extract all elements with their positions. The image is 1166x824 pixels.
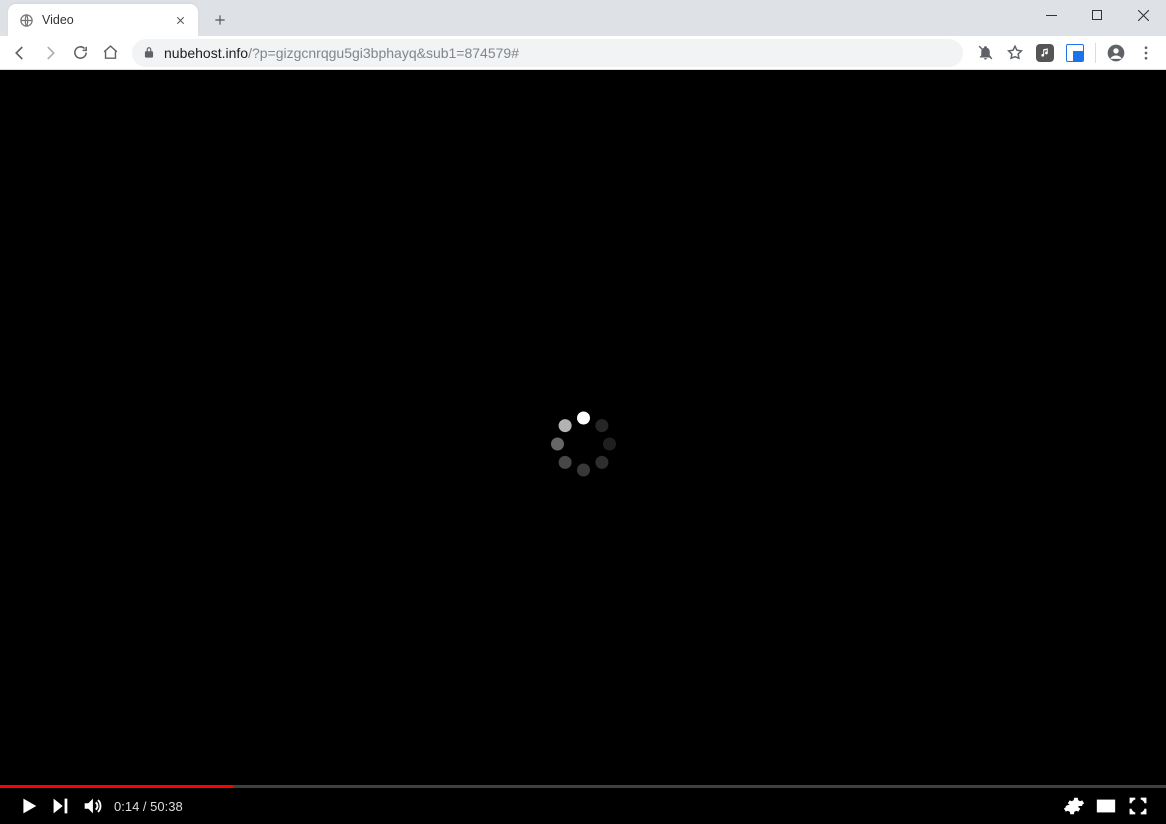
window-controls bbox=[1028, 0, 1166, 30]
browser-title-bar: Video bbox=[0, 0, 1166, 36]
back-button[interactable] bbox=[6, 39, 34, 67]
volume-button[interactable] bbox=[76, 790, 108, 822]
player-controls: 0:14 / 50:38 bbox=[0, 785, 1166, 824]
kebab-menu-icon[interactable] bbox=[1132, 39, 1160, 67]
fullscreen-button[interactable] bbox=[1122, 790, 1154, 822]
progress-bar[interactable] bbox=[0, 785, 1166, 788]
minimize-button[interactable] bbox=[1028, 0, 1074, 30]
browser-toolbar: nubehost.info/?p=gizgcnrqgu5gi3bphayq&su… bbox=[0, 36, 1166, 70]
settings-button[interactable] bbox=[1058, 790, 1090, 822]
notifications-muted-icon[interactable] bbox=[971, 39, 999, 67]
play-button[interactable] bbox=[12, 790, 44, 822]
video-viewport[interactable]: 0:14 / 50:38 bbox=[0, 70, 1166, 824]
toolbar-separator bbox=[1095, 43, 1096, 63]
browser-tab[interactable]: Video bbox=[8, 4, 198, 36]
spinner-dot bbox=[577, 411, 590, 424]
spinner-dot bbox=[603, 437, 616, 450]
tab-title: Video bbox=[42, 13, 172, 27]
reload-button[interactable] bbox=[66, 39, 94, 67]
music-extension-icon bbox=[1036, 44, 1054, 62]
loading-spinner-icon bbox=[548, 409, 618, 479]
next-button[interactable] bbox=[44, 790, 76, 822]
bookmark-star-icon[interactable] bbox=[1001, 39, 1029, 67]
address-bar[interactable]: nubehost.info/?p=gizgcnrqgu5gi3bphayq&su… bbox=[132, 39, 963, 67]
extension-icon[interactable] bbox=[1031, 39, 1059, 67]
spinner-dot bbox=[595, 419, 608, 432]
home-button[interactable] bbox=[96, 39, 124, 67]
spinner-dot bbox=[558, 455, 571, 468]
new-tab-button[interactable] bbox=[206, 6, 234, 34]
globe-icon bbox=[18, 12, 34, 28]
profile-button[interactable] bbox=[1102, 39, 1130, 67]
window-close-button[interactable] bbox=[1120, 0, 1166, 30]
forward-button[interactable] bbox=[36, 39, 64, 67]
gear-icon bbox=[1063, 795, 1085, 817]
spinner-dot bbox=[551, 437, 564, 450]
spinner-dot bbox=[595, 455, 608, 468]
spinner-dot bbox=[577, 463, 590, 476]
url-text: nubehost.info/?p=gizgcnrqgu5gi3bphayq&su… bbox=[164, 45, 519, 61]
spinner-dot bbox=[558, 419, 571, 432]
maximize-button[interactable] bbox=[1074, 0, 1120, 30]
progress-played bbox=[0, 785, 233, 788]
close-icon[interactable] bbox=[172, 12, 188, 28]
time-display: 0:14 / 50:38 bbox=[114, 799, 183, 814]
theater-mode-button[interactable] bbox=[1090, 790, 1122, 822]
lock-icon bbox=[142, 46, 156, 60]
translate-extension-icon[interactable] bbox=[1061, 39, 1089, 67]
